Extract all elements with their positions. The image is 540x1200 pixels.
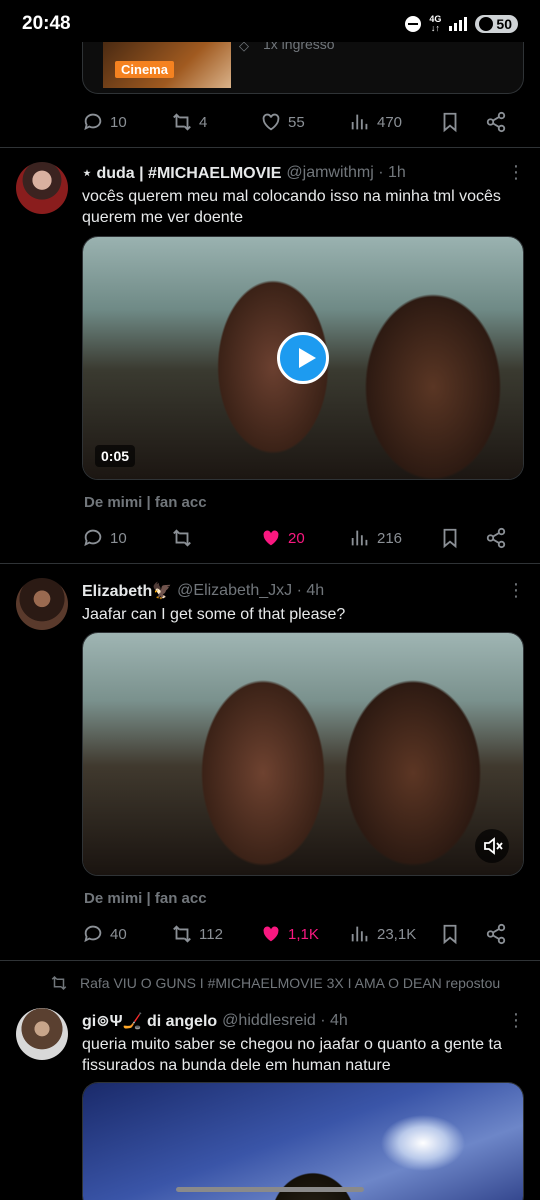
views-icon xyxy=(351,530,368,546)
battery-indicator: 50 xyxy=(475,15,518,33)
video-player[interactable] xyxy=(82,1082,524,1200)
repost-button[interactable]: 4 xyxy=(171,111,260,133)
tweet[interactable]: Elizabeth🦅 @Elizabeth_JxJ · 4h ⋮ Jaafar … xyxy=(0,564,540,961)
mute-icon xyxy=(484,837,503,855)
repost-button[interactable]: 112 xyxy=(171,923,260,945)
repost-icon xyxy=(173,925,191,943)
tweet-actions: 10 20 216 xyxy=(82,526,522,550)
tweet[interactable]: ⋆ duda | #MICHAELMOVIE @jamwithmj · 1h ⋮… xyxy=(0,148,540,564)
handle-time[interactable]: @hiddlesreid · 4h xyxy=(222,1012,348,1030)
reply-icon xyxy=(84,529,102,547)
share-button[interactable] xyxy=(485,111,507,133)
avatar[interactable] xyxy=(16,162,68,214)
like-count: 20 xyxy=(288,529,305,547)
repost-button[interactable] xyxy=(171,527,260,549)
source-label[interactable]: De mimi | fan acc xyxy=(84,494,207,511)
reply-button[interactable]: 10 xyxy=(82,527,171,549)
share-icon xyxy=(486,527,506,549)
home-indicator[interactable] xyxy=(176,1187,364,1192)
like-button[interactable]: 55 xyxy=(260,111,349,133)
bookmark-icon xyxy=(443,528,457,549)
bookmark-icon xyxy=(443,924,457,945)
tweet-actions: 40 112 1,1K 23,1K xyxy=(82,922,522,946)
view-count: 23,1K xyxy=(377,925,417,943)
repost-icon xyxy=(173,529,191,547)
bookmark-button[interactable] xyxy=(439,923,485,945)
play-button[interactable] xyxy=(277,332,329,384)
display-name[interactable]: ⋆ duda | #MICHAELMOVIE xyxy=(82,163,281,183)
reply-button[interactable]: 40 xyxy=(82,923,171,945)
status-time: 20:48 xyxy=(22,13,71,34)
card-thumbnail: Cinema xyxy=(103,42,231,88)
avatar[interactable] xyxy=(16,1008,68,1060)
tweet-text: Jaafar can I get some of that please? xyxy=(82,606,346,623)
tweet-text: queria muito saber se chegou no jaafar o… xyxy=(82,1036,502,1074)
share-button[interactable] xyxy=(485,923,507,945)
ticket-icon: ◇ xyxy=(239,42,249,53)
status-bar: 20:48 4G ↓↑ 50 xyxy=(0,0,540,48)
like-count: 55 xyxy=(288,113,305,131)
heart-filled-icon xyxy=(263,926,279,942)
views-button[interactable]: 470 xyxy=(349,111,439,133)
repost-count: 112 xyxy=(199,925,223,943)
heart-filled-icon xyxy=(263,530,279,546)
reply-button[interactable]: 10 xyxy=(82,111,171,133)
display-name[interactable]: gi⊚Ψ🏒 di angelo xyxy=(82,1011,217,1031)
repost-indicator[interactable]: Rafa VIU O GUNS I #MICHAELMOVIE 3X I AMA… xyxy=(50,974,500,992)
mute-button[interactable] xyxy=(475,829,509,863)
video-duration: 0:05 xyxy=(95,445,136,467)
bookmark-button[interactable] xyxy=(439,111,485,133)
views-icon xyxy=(351,926,368,942)
share-icon xyxy=(486,111,506,133)
more-options-icon[interactable]: ⋮ xyxy=(507,1010,525,1031)
source-label[interactable]: De mimi | fan acc xyxy=(84,890,207,907)
repost-icon xyxy=(51,975,67,991)
reply-count: 10 xyxy=(110,529,127,547)
reply-icon xyxy=(84,925,102,943)
tweet-actions: 10 4 55 470 xyxy=(82,110,522,134)
avatar[interactable] xyxy=(16,578,68,630)
like-button[interactable]: 20 xyxy=(260,527,349,549)
card-label: Cinema xyxy=(115,61,174,78)
views-button[interactable]: 23,1K xyxy=(349,923,439,945)
do-not-disturb-icon xyxy=(405,16,422,32)
status-icons: 4G ↓↑ 50 xyxy=(405,15,518,33)
handle-time[interactable]: @jamwithmj · 1h xyxy=(286,164,405,182)
card-text: 1x ingresso xyxy=(263,42,335,52)
video-player[interactable]: 0:05 xyxy=(82,236,524,480)
more-options-icon[interactable]: ⋮ xyxy=(507,162,525,183)
tweet[interactable]: Cinema ◇ 1x ingresso 10 4 55 470 xyxy=(0,42,540,148)
repost-by-text: Rafa VIU O GUNS I #MICHAELMOVIE 3X I AMA… xyxy=(80,975,501,991)
views-icon xyxy=(351,114,368,130)
view-count: 470 xyxy=(377,113,403,131)
repost-count: 4 xyxy=(199,113,208,131)
view-count: 216 xyxy=(377,529,403,547)
video-player[interactable] xyxy=(82,632,524,876)
link-card[interactable]: Cinema ◇ 1x ingresso xyxy=(82,42,524,94)
handle-time[interactable]: @Elizabeth_JxJ · 4h xyxy=(177,582,324,600)
tweet-text: vocês querem meu mal colocando isso na m… xyxy=(82,188,501,226)
battery-saver-icon xyxy=(479,17,494,31)
heart-icon xyxy=(262,113,280,131)
signal-icon xyxy=(449,17,468,31)
like-button[interactable]: 1,1K xyxy=(260,923,349,945)
display-name[interactable]: Elizabeth🦅 xyxy=(82,581,172,601)
repost-icon xyxy=(173,113,191,131)
reply-count: 10 xyxy=(110,113,127,131)
like-count: 1,1K xyxy=(288,925,319,943)
reply-icon xyxy=(84,113,102,131)
tweet[interactable]: gi⊚Ψ🏒 di angelo @hiddlesreid · 4h ⋮ quer… xyxy=(0,1004,540,1200)
network-type: 4G ↓↑ xyxy=(429,14,442,33)
bookmark-button[interactable] xyxy=(439,527,485,549)
share-button[interactable] xyxy=(485,527,507,549)
reply-count: 40 xyxy=(110,925,127,943)
tweet-header: Elizabeth🦅 @Elizabeth_JxJ · 4h ⋮ xyxy=(82,580,525,601)
views-button[interactable]: 216 xyxy=(349,527,439,549)
tweet-header: ⋆ duda | #MICHAELMOVIE @jamwithmj · 1h ⋮ xyxy=(82,162,525,183)
more-options-icon[interactable]: ⋮ xyxy=(507,580,525,601)
tweet-header: gi⊚Ψ🏒 di angelo @hiddlesreid · 4h ⋮ xyxy=(82,1010,525,1031)
share-icon xyxy=(486,923,506,945)
bookmark-icon xyxy=(443,112,457,133)
